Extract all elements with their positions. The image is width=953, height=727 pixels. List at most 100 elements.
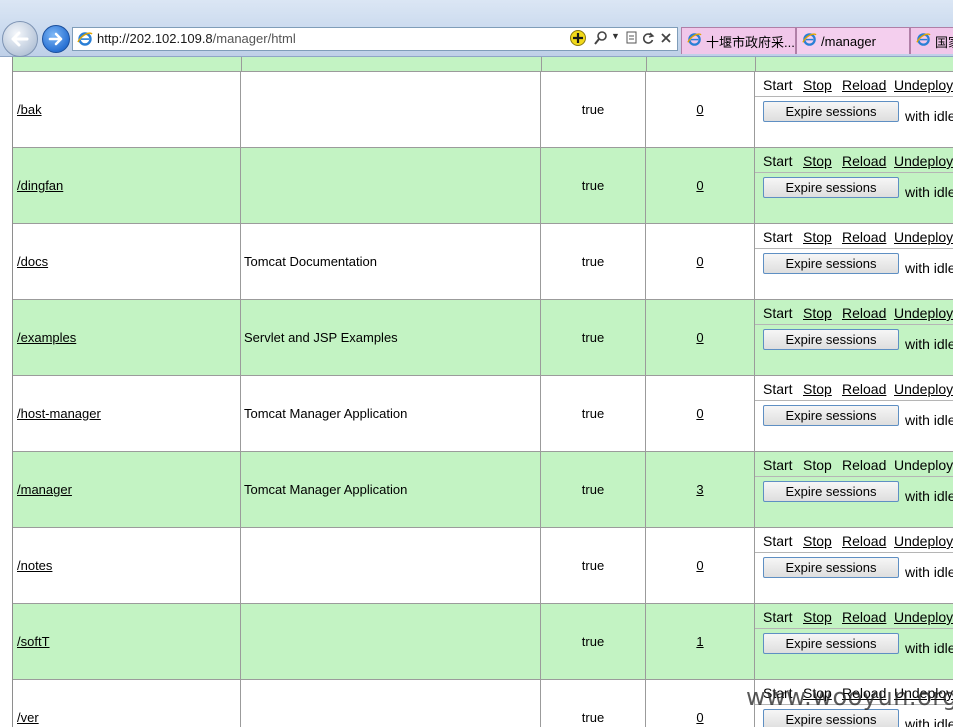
table-row: /docs Tomcat Documentation true 0 Start … [13, 224, 953, 300]
sessions-link[interactable]: 0 [696, 254, 703, 269]
path-cell: /ver [13, 680, 241, 727]
reload-link[interactable]: Reload [842, 153, 886, 169]
command-links: Start Stop Reload Undeploy [755, 528, 953, 553]
previous-row-remnant [13, 57, 953, 72]
search-dropdown-icon[interactable]: ▼ [611, 31, 620, 41]
idle-label: with idle [905, 640, 953, 656]
table-row: /dingfan true 0 Start Stop Reload Undepl… [13, 148, 953, 224]
running-status: true [541, 224, 646, 299]
search-icon[interactable] [593, 30, 609, 49]
back-arrow-icon [11, 31, 29, 47]
undeploy-link[interactable]: Undeploy [894, 77, 953, 93]
app-path-link[interactable]: /docs [17, 254, 48, 269]
stop-link[interactable]: Stop [803, 533, 832, 549]
expire-sessions-button[interactable]: Expire sessions [763, 101, 899, 122]
reload-link[interactable]: Reload [842, 533, 886, 549]
sessions-link[interactable]: 0 [696, 710, 703, 725]
sessions-link[interactable]: 0 [696, 558, 703, 573]
app-path-link[interactable]: /notes [17, 558, 52, 573]
sessions-link[interactable]: 0 [696, 102, 703, 117]
sessions-link[interactable]: 0 [696, 406, 703, 421]
sessions-cell: 1 [646, 604, 755, 679]
expire-sessions-button[interactable]: Expire sessions [763, 557, 899, 578]
stop-link[interactable]: Stop [803, 305, 832, 321]
running-status: true [541, 680, 646, 727]
expire-sessions-button[interactable]: Expire sessions [763, 709, 899, 727]
idle-label: with idle [905, 412, 953, 428]
reload-link[interactable]: Reload [842, 229, 886, 245]
start-label: Start [763, 153, 793, 169]
app-path-link[interactable]: /examples [17, 330, 76, 345]
app-path-link[interactable]: /dingfan [17, 178, 63, 193]
running-status: true [541, 72, 646, 147]
expire-sessions-button[interactable]: Expire sessions [763, 329, 899, 350]
ie-tab-icon [802, 32, 817, 50]
stop-link[interactable]: Stop [803, 153, 832, 169]
sessions-link[interactable]: 0 [696, 330, 703, 345]
stop-link[interactable]: Stop [803, 229, 832, 245]
undeploy-link[interactable]: Undeploy [894, 381, 953, 397]
app-path-link[interactable]: /host-manager [17, 406, 101, 421]
app-path-link[interactable]: /bak [17, 102, 42, 117]
reload-link[interactable]: Reload [842, 77, 886, 93]
command-links: Start Stop Reload Undeploy [755, 300, 953, 325]
expire-sessions-button[interactable]: Expire sessions [763, 405, 899, 426]
stop-link[interactable]: Stop [803, 609, 832, 625]
sessions-link[interactable]: 0 [696, 178, 703, 193]
refresh-icon[interactable] [641, 30, 655, 49]
path-cell: /host-manager [13, 376, 241, 451]
stop-icon[interactable] [659, 30, 673, 49]
tab-label: /manager [821, 33, 876, 49]
idle-label: with idle [905, 488, 953, 504]
forward-button[interactable] [42, 25, 70, 53]
expire-sessions-button[interactable]: Expire sessions [763, 633, 899, 654]
tab-label: 国家 [935, 34, 953, 50]
expire-sessions-button[interactable]: Expire sessions [763, 177, 899, 198]
sessions-link[interactable]: 3 [696, 482, 703, 497]
display-name: Tomcat Manager Application [241, 452, 541, 527]
commands-cell: Start Stop Reload Undeploy Expire sessio… [755, 224, 953, 299]
tab-manager-active[interactable]: /manager [796, 27, 910, 54]
start-label: Start [763, 77, 793, 93]
address-url[interactable]: http://202.102.109.8/manager/html [97, 31, 296, 46]
stop-link[interactable]: Stop [803, 77, 832, 93]
tab-3[interactable]: 国家 [910, 27, 953, 54]
sessions-link[interactable]: 1 [696, 634, 703, 649]
url-host: http://202.102.109.8 [97, 31, 213, 46]
sessions-cell: 0 [646, 72, 755, 147]
table-row: /softT true 1 Start Stop Reload Undeploy… [13, 604, 953, 680]
reload-link[interactable]: Reload [842, 381, 886, 397]
stop-link[interactable]: Stop [803, 381, 832, 397]
undeploy-link[interactable]: Undeploy [894, 305, 953, 321]
idle-label: with idle [905, 108, 953, 124]
address-bar[interactable]: http://202.102.109.8/manager/html ▼ [72, 27, 678, 51]
command-links: Start Stop Reload Undeploy [755, 376, 953, 401]
table-row: /manager Tomcat Manager Application true… [13, 452, 953, 528]
compatibility-view-icon[interactable] [569, 29, 587, 50]
back-button[interactable] [2, 21, 38, 57]
app-path-link[interactable]: /ver [17, 710, 39, 725]
undeploy-link[interactable]: Undeploy [894, 609, 953, 625]
reload-link[interactable]: Reload [842, 305, 886, 321]
running-status: true [541, 452, 646, 527]
commands-cell: Start Stop Reload Undeploy Expire sessio… [755, 604, 953, 679]
display-name: Tomcat Documentation [241, 224, 541, 299]
app-path-link[interactable]: /manager [17, 482, 72, 497]
undeploy-link[interactable]: Undeploy [894, 229, 953, 245]
tab-1[interactable]: 十堰市政府采... [681, 27, 796, 54]
expire-sessions-button[interactable]: Expire sessions [763, 253, 899, 274]
undeploy-link[interactable]: Undeploy [894, 153, 953, 169]
path-cell: /examples [13, 300, 241, 375]
reload-link[interactable]: Reload [842, 609, 886, 625]
browser-chrome: http://202.102.109.8/manager/html ▼ 十堰市政… [0, 0, 953, 57]
idle-label: with idle [905, 564, 953, 580]
app-path-link[interactable]: /softT [17, 634, 50, 649]
path-cell: /bak [13, 72, 241, 147]
undeploy-link[interactable]: Undeploy [894, 533, 953, 549]
commands-cell: Start Stop Reload Undeploy Expire sessio… [755, 148, 953, 223]
table-row: /host-manager Tomcat Manager Application… [13, 376, 953, 452]
sessions-cell: 0 [646, 376, 755, 451]
compat-page-icon[interactable] [625, 30, 639, 49]
expire-sessions-button[interactable]: Expire sessions [763, 481, 899, 502]
display-name [241, 148, 541, 223]
